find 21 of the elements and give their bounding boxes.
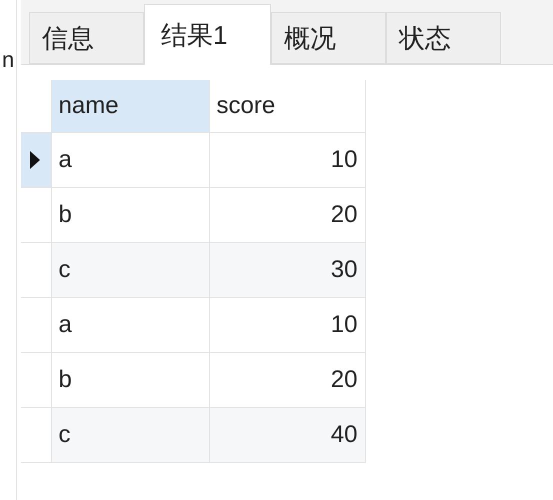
side-label: n	[2, 46, 16, 74]
column-header[interactable]: name	[51, 80, 209, 132]
table-cell: 20	[209, 352, 365, 407]
table-cell: c	[51, 242, 209, 297]
tab[interactable]: 结果1	[144, 4, 271, 65]
table-cell: 10	[209, 132, 365, 187]
tab[interactable]: 概况	[271, 12, 386, 64]
table-cell: 20	[209, 187, 365, 242]
table-cell: b	[51, 352, 209, 407]
row-header[interactable]	[21, 132, 51, 187]
table-cell: c	[51, 407, 209, 462]
table-cell: a	[51, 297, 209, 352]
table-cell: b	[51, 187, 209, 242]
table-cell: a	[51, 132, 209, 187]
tab[interactable]: 状态	[386, 12, 501, 64]
current-row-icon	[30, 150, 40, 168]
table-cell: 30	[209, 242, 365, 297]
column-header[interactable]: score	[209, 80, 365, 132]
tab[interactable]: 信息	[29, 12, 144, 64]
table-cell: 40	[209, 407, 365, 462]
table-cell: 10	[209, 297, 365, 352]
